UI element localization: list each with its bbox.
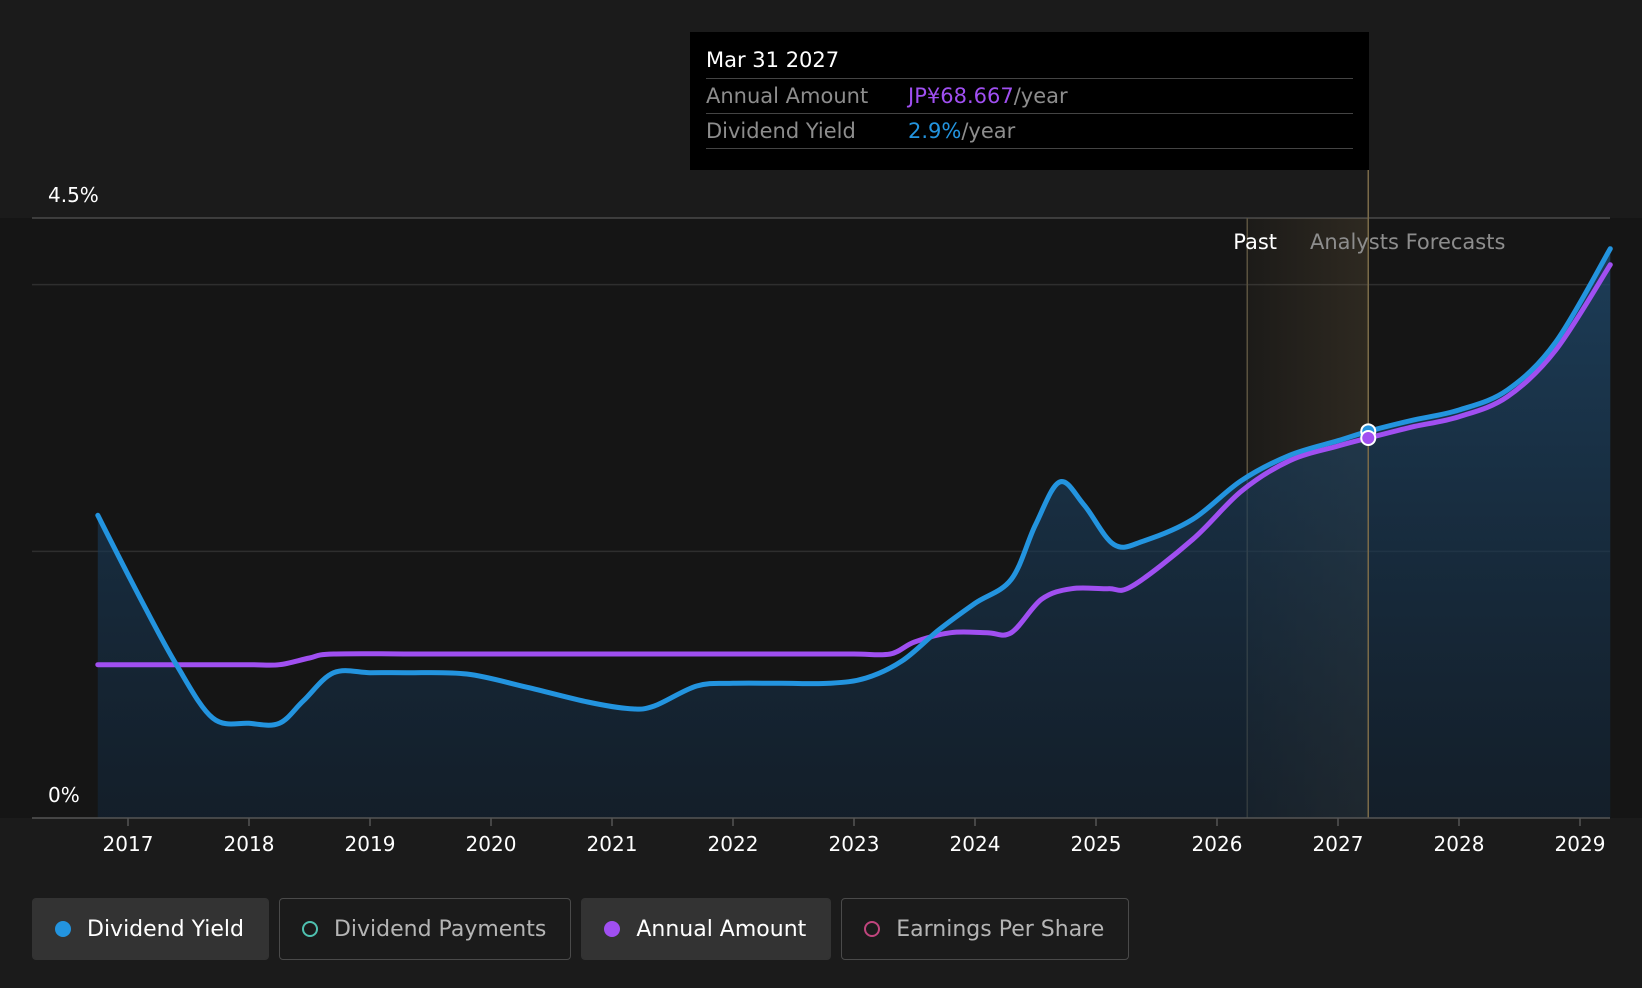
legend-dividend-yield[interactable]: Dividend Yield [32,898,269,960]
x-tick-label: 2029 [1555,832,1606,856]
legend-label: Dividend Yield [87,916,244,942]
legend-annual-amount[interactable]: Annual Amount [581,898,832,960]
hollow-dot-icon [301,921,318,937]
legend-label: Annual Amount [636,916,807,942]
hover-point-annual-amount [1360,430,1377,446]
tooltip-unit: /year [961,119,1016,143]
x-tick-label: 2019 [345,832,396,856]
legend: Dividend Yield Dividend Payments Annual … [32,898,1130,960]
x-tick-label: 2024 [950,832,1001,856]
hollow-dot-icon [864,921,881,937]
tooltip-row-annual-amount: Annual Amount JP¥68.667 /year [706,79,1353,114]
forecast-label: Analysts Forecasts [1310,230,1505,254]
tooltip-label: Dividend Yield [706,119,856,143]
y-min-label: 0% [48,783,80,807]
x-tick-label: 2022 [708,832,759,856]
legend-earnings-per-share[interactable]: Earnings Per Share [841,898,1130,960]
tooltip-row-dividend-yield: Dividend Yield 2.9% /year [706,114,1353,149]
x-tick-label: 2023 [829,832,880,856]
x-tick-label: 2027 [1313,832,1364,856]
x-tick-label: 2018 [224,832,275,856]
tooltip-label: Annual Amount [706,84,869,108]
x-tick-label: 2026 [1192,832,1243,856]
y-max-label: 4.5% [48,183,99,207]
tooltip-unit: /year [1013,84,1068,108]
tooltip: Mar 31 2027 Annual Amount JP¥68.667 /yea… [690,32,1369,170]
filled-dot-icon [604,921,621,937]
legend-dividend-payments[interactable]: Dividend Payments [278,898,572,960]
tooltip-value: JP¥68.667 [908,84,1014,108]
past-label: Past [1233,230,1277,254]
filled-dot-icon [55,921,71,937]
tooltip-date: Mar 31 2027 [706,45,1353,79]
x-tick-label: 2028 [1434,832,1485,856]
x-tick-label: 2020 [466,832,517,856]
legend-label: Earnings Per Share [896,916,1105,942]
x-tick-label: 2021 [587,832,638,856]
x-tick-label: 2025 [1071,832,1122,856]
tooltip-value: 2.9% [908,119,962,143]
x-tick-label: 2017 [103,832,154,856]
legend-label: Dividend Payments [333,916,547,942]
